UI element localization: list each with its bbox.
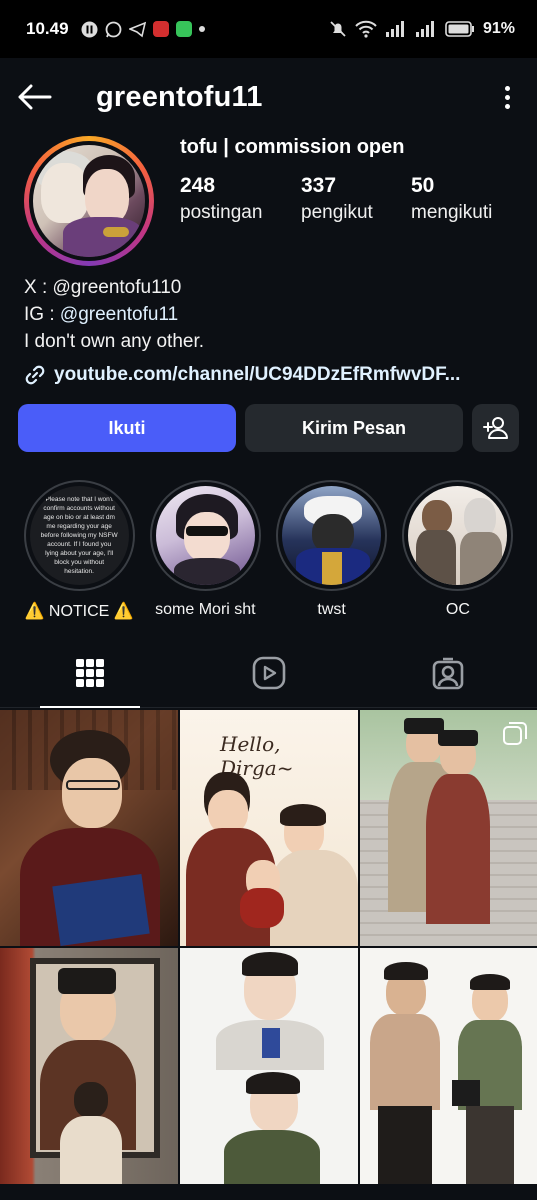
suggested-users-button[interactable] <box>472 404 519 452</box>
highlight-cover <box>408 486 508 585</box>
stat-value: 337 <box>301 174 337 197</box>
bio-link-text: youtube.com/channel/UC94DDzEfRmfwvDF... <box>54 364 461 385</box>
post-thumbnail[interactable] <box>360 710 537 946</box>
stat-following[interactable]: 50 mengikuti <box>411 174 492 224</box>
tab-posts-grid[interactable] <box>0 638 179 708</box>
highlight-label: ⚠️ NOTICE ⚠️ <box>24 603 134 620</box>
stat-label: postingan <box>180 202 263 223</box>
tab-tagged[interactable] <box>358 638 537 707</box>
post-thumbnail[interactable] <box>0 948 178 1184</box>
bio-line-ig: IG : @greentofu11 <box>24 301 513 328</box>
post-thumbnail[interactable] <box>360 948 537 1184</box>
story-highlights: Please note that I won't confirm account… <box>0 480 537 621</box>
more-options-button[interactable] <box>495 82 519 112</box>
stat-label: mengikuti <box>411 202 493 223</box>
link-icon <box>25 365 45 384</box>
bio-line-3: I don't own any other. <box>24 331 205 352</box>
battery-percent: 91% <box>482 20 515 37</box>
profile-tabs <box>0 638 537 708</box>
profile-summary: tofu | commission open 248 postingan 337… <box>0 136 537 266</box>
grid-icon <box>75 658 104 687</box>
post-thumbnail[interactable] <box>180 948 358 1184</box>
media-icon <box>81 21 98 37</box>
highlight-cover: Please note that I won't confirm account… <box>29 486 129 585</box>
avatar-story-ring[interactable] <box>24 136 154 266</box>
profile-actions: Ikuti Kirim Pesan <box>0 404 537 452</box>
profile-bio: X : @greentofu110 IG : @greentofu11 I do… <box>0 264 537 388</box>
post-thumbnail[interactable]: Hello, Dirga~ <box>180 710 358 946</box>
whatsapp-icon <box>105 21 121 37</box>
stat-value: 50 <box>411 174 435 197</box>
profile-stats: 248 postingan 337 pengikut 50 mengikuti <box>180 174 492 224</box>
highlight-label: OC <box>445 601 470 618</box>
more-vertical-icon <box>504 85 510 91</box>
pay-icon <box>152 21 169 37</box>
stat-posts[interactable]: 248 postingan <box>180 174 301 224</box>
signal-icon <box>385 21 404 37</box>
carousel-icon <box>503 722 527 745</box>
system-icons: 91% <box>329 20 515 38</box>
follow-button[interactable]: Ikuti <box>18 404 236 452</box>
signal-icon <box>415 21 434 37</box>
stat-followers[interactable]: 337 pengikut <box>301 174 411 224</box>
message-button[interactable]: Kirim Pesan <box>245 404 463 452</box>
stat-value: 248 <box>180 174 216 197</box>
post-thumbnail[interactable] <box>0 710 178 946</box>
stat-label: pengikut <box>301 202 373 223</box>
mute-icon <box>330 21 346 37</box>
more-notifications-dot <box>198 26 205 32</box>
tab-reels[interactable] <box>179 638 358 707</box>
highlight-notice[interactable]: Please note that I won't confirm account… <box>16 480 142 621</box>
avatar <box>33 145 145 257</box>
highlight-label: twst <box>317 601 346 618</box>
status-bar: 10.49 91% <box>0 0 537 58</box>
profile-screen: greentofu11 tofu | commission open 248 p… <box>0 58 537 1200</box>
notification-icons <box>81 21 205 38</box>
telegram-icon <box>128 21 146 37</box>
chat-icon <box>175 21 192 37</box>
profile-username: greentofu11 <box>96 80 263 113</box>
highlight-twst[interactable]: twst <box>269 480 395 621</box>
threads-icon: @ <box>52 277 71 297</box>
highlight-label: some Mori sht <box>155 601 256 618</box>
reels-icon <box>252 656 285 689</box>
highlight-cover <box>155 486 255 585</box>
wifi-icon <box>355 20 377 38</box>
add-person-icon <box>482 417 508 439</box>
bio-x-handle: greentofu110 <box>70 277 182 298</box>
threads-icon: @ <box>59 304 79 324</box>
post-caption: Hello, Dirga~ <box>220 732 294 780</box>
highlight-mori[interactable]: some Mori sht <box>142 480 268 621</box>
status-time: 10.49 <box>26 19 69 38</box>
arrow-left-icon <box>18 84 52 110</box>
back-button[interactable] <box>18 79 54 115</box>
bio-ig-mention[interactable]: greentofu11 <box>78 304 178 325</box>
battery-icon <box>445 21 474 37</box>
tagged-icon <box>432 657 463 689</box>
display-name: tofu | commission open <box>180 136 405 158</box>
top-bar: greentofu11 <box>0 58 537 136</box>
posts-grid: Hello, Dirga~ <box>0 710 537 1184</box>
bio-line-x: X : @greentofu110 <box>24 274 513 301</box>
highlight-cover <box>282 486 382 585</box>
highlight-oc[interactable]: OC <box>395 480 521 621</box>
bio-link[interactable]: youtube.com/channel/UC94DDzEfRmfwvDF... <box>24 361 513 388</box>
